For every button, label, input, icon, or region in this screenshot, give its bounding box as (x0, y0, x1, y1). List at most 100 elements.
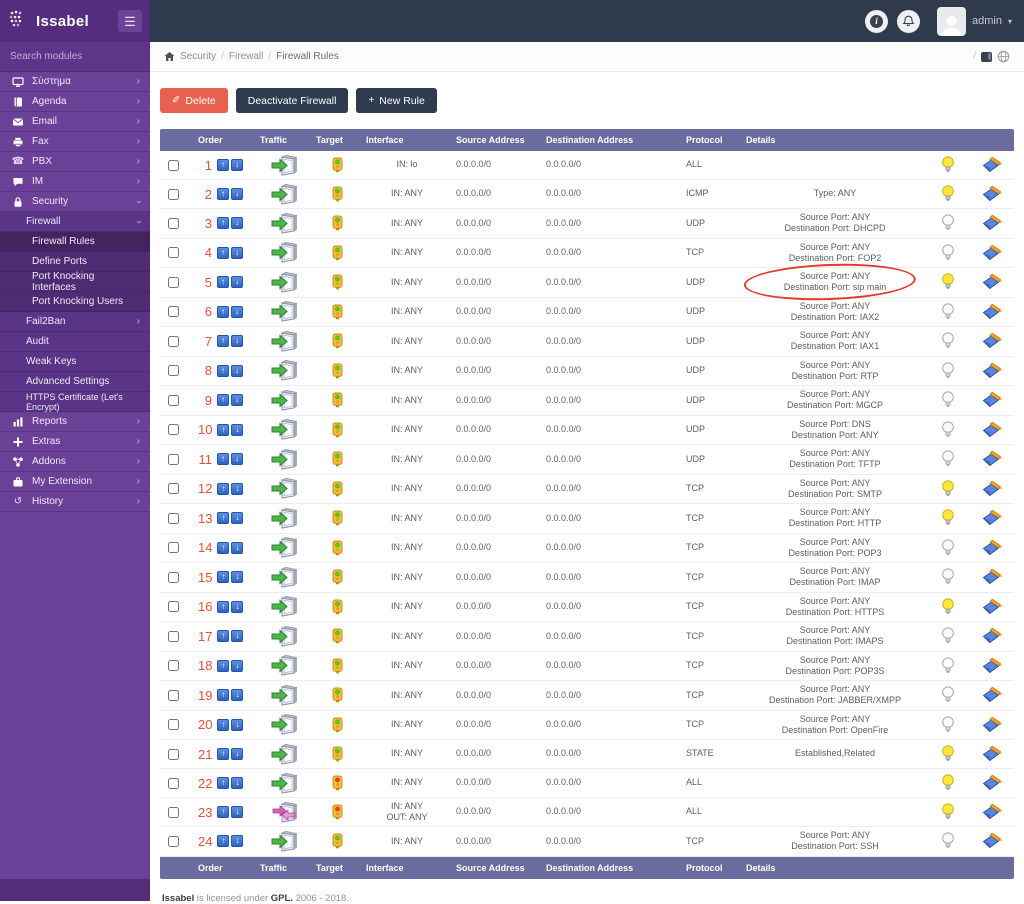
row-select-checkbox[interactable] (168, 777, 179, 789)
sidebar-item-weak-keys[interactable]: Weak Keys (0, 352, 150, 372)
edit-rule-icon[interactable] (981, 362, 1002, 380)
move-down-button[interactable]: ↓ (231, 777, 244, 789)
move-down-button[interactable]: ↓ (231, 276, 243, 289)
search-input[interactable] (10, 51, 142, 62)
move-down-button[interactable]: ↓ (231, 689, 244, 702)
sidebar-item-my-extension[interactable]: My Extension › (0, 472, 150, 492)
row-select-checkbox[interactable] (168, 365, 179, 377)
sidebar-item-port-knocking-interfaces[interactable]: Port Knocking Interfaces (0, 271, 150, 293)
breadcrumb-security[interactable]: Security (180, 51, 216, 62)
move-up-button[interactable]: ↑ (217, 571, 230, 584)
move-up-button[interactable]: ↑ (217, 659, 230, 672)
move-up-button[interactable]: ↑ (217, 718, 230, 731)
move-up-button[interactable]: ↑ (217, 748, 230, 760)
rule-disabled-bulb-icon[interactable] (941, 450, 955, 468)
row-select-checkbox[interactable] (168, 689, 179, 701)
edit-rule-icon[interactable] (981, 627, 1002, 645)
rule-disabled-bulb-icon[interactable] (941, 716, 955, 734)
row-select-checkbox[interactable] (168, 630, 179, 642)
move-up-button[interactable]: ↑ (217, 835, 230, 848)
rule-disabled-bulb-icon[interactable] (941, 686, 955, 704)
row-select-checkbox[interactable] (168, 335, 179, 347)
sidebar-item-email[interactable]: Email › (0, 112, 150, 132)
move-up-button[interactable]: ↑ (217, 512, 230, 525)
rule-enabled-bulb-icon[interactable] (941, 185, 955, 203)
edit-rule-icon[interactable] (981, 421, 1002, 439)
rule-disabled-bulb-icon[interactable] (941, 244, 955, 262)
info-button[interactable]: i (865, 9, 889, 33)
rule-disabled-bulb-icon[interactable] (941, 303, 955, 321)
edit-rule-icon[interactable] (981, 450, 1002, 468)
edit-rule-icon[interactable] (981, 332, 1002, 350)
rule-disabled-bulb-icon[interactable] (941, 332, 955, 350)
sidebar-item-define-ports[interactable]: Define Ports (0, 252, 150, 272)
delete-button[interactable]: ✐ Delete (160, 88, 228, 113)
edit-rule-icon[interactable] (981, 214, 1002, 232)
row-select-checkbox[interactable] (168, 835, 179, 847)
edit-rule-icon[interactable] (981, 480, 1002, 498)
edit-rule-icon[interactable] (981, 745, 1002, 763)
rule-enabled-bulb-icon[interactable] (941, 774, 955, 792)
edit-rule-icon[interactable] (981, 273, 1002, 291)
move-up-button[interactable]: ↑ (217, 453, 229, 466)
row-select-checkbox[interactable] (168, 571, 179, 583)
move-up-button[interactable]: ↑ (217, 305, 229, 318)
edit-rule-icon[interactable] (981, 539, 1002, 557)
row-select-checkbox[interactable] (168, 159, 179, 171)
sidebar-item-fail2ban[interactable]: Fail2Ban › (0, 312, 150, 332)
panel-toggle-icon[interactable] (981, 51, 992, 62)
sidebar-item-firewall[interactable]: Firewall › (0, 212, 150, 232)
sidebar-item-security[interactable]: Security › (0, 192, 150, 212)
move-up-button[interactable]: ↑ (217, 188, 229, 200)
edit-rule-icon[interactable] (981, 716, 1002, 734)
row-select-checkbox[interactable] (168, 601, 179, 613)
row-select-checkbox[interactable] (168, 247, 179, 259)
breadcrumb-firewall[interactable]: Firewall (229, 51, 263, 62)
edit-rule-icon[interactable] (981, 686, 1002, 704)
rule-enabled-bulb-icon[interactable] (941, 598, 955, 616)
move-down-button[interactable]: ↓ (231, 364, 243, 377)
rule-disabled-bulb-icon[interactable] (941, 657, 955, 675)
sidebar-item-history[interactable]: ↺ History › (0, 492, 150, 512)
sidebar-item-advanced-settings[interactable]: Advanced Settings (0, 372, 150, 392)
move-down-button[interactable]: ↓ (231, 394, 243, 407)
move-up-button[interactable]: ↑ (217, 394, 229, 407)
move-down-button[interactable]: ↓ (231, 718, 244, 731)
move-up-button[interactable]: ↑ (217, 630, 230, 643)
edit-rule-icon[interactable] (981, 244, 1002, 262)
move-down-button[interactable]: ↓ (231, 217, 243, 230)
move-down-button[interactable]: ↓ (231, 630, 244, 643)
rule-disabled-bulb-icon[interactable] (941, 539, 955, 557)
edit-rule-icon[interactable] (981, 185, 1002, 203)
rule-enabled-bulb-icon[interactable] (941, 273, 955, 291)
move-down-button[interactable]: ↓ (231, 453, 243, 466)
row-select-checkbox[interactable] (168, 483, 179, 495)
move-up-button[interactable]: ↑ (217, 541, 230, 554)
row-select-checkbox[interactable] (168, 512, 179, 524)
edit-rule-icon[interactable] (981, 774, 1002, 792)
sidebar-item-extras[interactable]: Extras › (0, 432, 150, 452)
move-up-button[interactable]: ↑ (217, 217, 229, 230)
move-down-button[interactable]: ↓ (231, 305, 243, 318)
rule-enabled-bulb-icon[interactable] (941, 803, 955, 821)
sidebar-item-agenda[interactable]: Agenda › (0, 92, 150, 112)
move-down-button[interactable]: ↓ (231, 571, 244, 584)
move-down-button[interactable]: ↓ (231, 659, 244, 672)
edit-rule-icon[interactable] (981, 509, 1002, 527)
rule-disabled-bulb-icon[interactable] (941, 832, 955, 850)
move-down-button[interactable]: ↓ (231, 748, 244, 760)
move-up-button[interactable]: ↑ (217, 806, 230, 818)
sidebar-item-audit[interactable]: Audit (0, 332, 150, 352)
move-down-button[interactable]: ↓ (231, 159, 243, 171)
edit-rule-icon[interactable] (981, 832, 1002, 850)
move-up-button[interactable]: ↑ (217, 423, 230, 436)
row-select-checkbox[interactable] (168, 453, 179, 465)
edit-rule-icon[interactable] (981, 156, 1002, 174)
move-down-button[interactable]: ↓ (231, 188, 243, 200)
row-select-checkbox[interactable] (168, 542, 179, 554)
sidebar-item-https-certificate[interactable]: HTTPS Certificate (Let's Encrypt) (0, 392, 150, 412)
row-select-checkbox[interactable] (168, 748, 179, 760)
sidebar-item-fax[interactable]: Fax › (0, 132, 150, 152)
sidebar-item-im[interactable]: IM › (0, 172, 150, 192)
edit-rule-icon[interactable] (981, 391, 1002, 409)
